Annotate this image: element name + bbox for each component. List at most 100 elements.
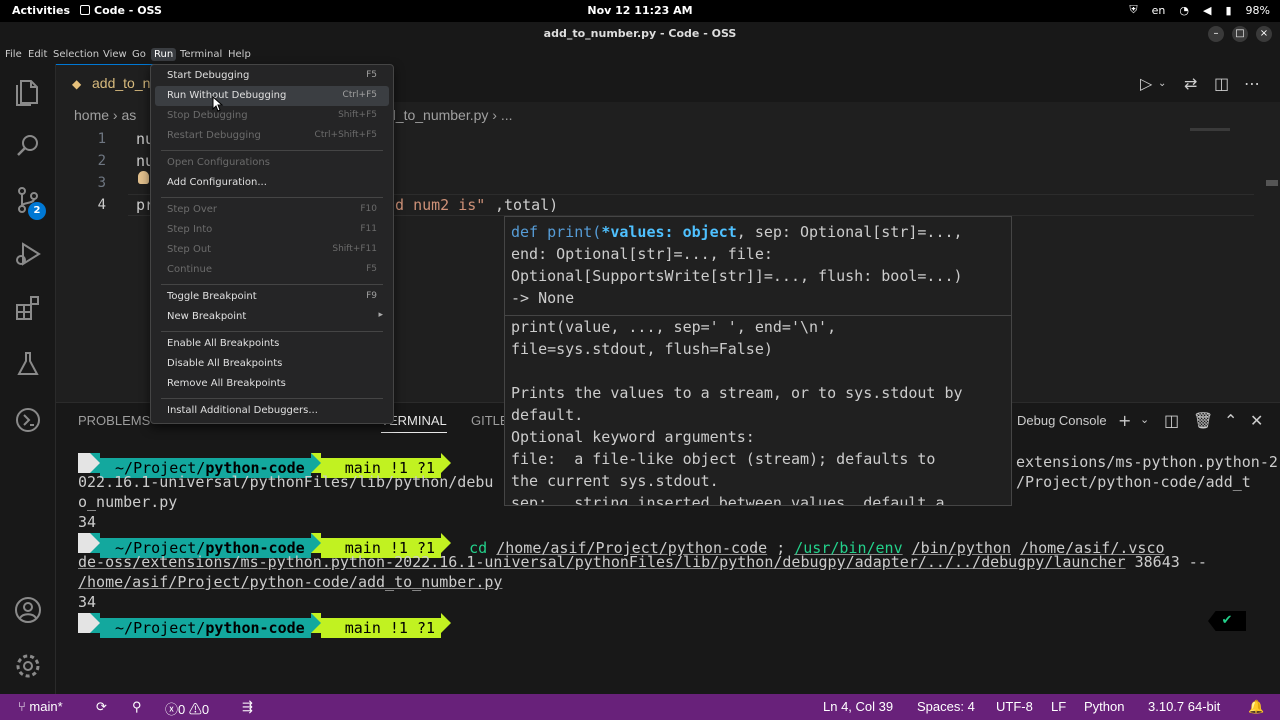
menu-item-shortcut: F5 [366,70,377,80]
menu-bar: File Edit Selection View Go Run Terminal… [0,46,1280,64]
terminal-name-debug-console[interactable]: Debug Console [1017,413,1107,428]
python-interpreter[interactable]: 3.10.7 64-bit [1148,699,1220,714]
tab-gitlens[interactable]: GITLE [471,413,509,428]
system-top-bar: Activities Code - OSS Nov 12 11:23 AM ⛨ … [0,0,1280,22]
app-menu[interactable]: Code - OSS [80,4,162,17]
keyboard-language[interactable]: en [1152,4,1166,17]
menu-item-enable-all-breakpoints[interactable]: Enable All Breakpoints [155,334,389,354]
battery-level: 98% [1245,3,1270,17]
terminal-text: extensions/ms-python.python-2 [1016,453,1278,471]
run-file-icon[interactable]: ▷ [1140,74,1152,93]
menu-selection[interactable]: Selection [50,48,102,61]
split-terminal-icon[interactable]: ◫ [1164,411,1179,430]
settings-gear-icon[interactable] [12,650,44,682]
trash-icon[interactable]: 🗑 [1193,411,1213,430]
activities-button[interactable]: Activities [12,4,70,17]
system-tray[interactable]: ⛨ en ◔ ◀ ▮ 98% [1129,3,1270,17]
doc-line: default. [511,406,584,424]
more-actions-icon[interactable]: ⋯ [1244,74,1260,93]
explorer-icon[interactable] [12,76,44,108]
run-menu-dropdown: Start Debugging F5 Run Without Debugging C… [150,64,394,424]
tab-problems[interactable]: PROBLEMS [78,413,150,428]
encoding[interactable]: UTF-8 [996,699,1033,714]
menu-item-step-into[interactable]: Step Into F11 [155,220,389,240]
gitlens-icon[interactable]: ⚲ [132,699,142,715]
menu-item-new-breakpoint[interactable]: New Breakpoint ▸ [155,307,389,327]
menu-item-open-configurations[interactable]: Open Configurations [155,153,389,173]
maximize-panel-icon[interactable]: ⌃ [1224,411,1237,430]
menu-item-disable-all-breakpoints[interactable]: Disable All Breakpoints [155,354,389,374]
breadcrumb-asif[interactable]: as [121,107,136,123]
menu-item-remove-all-breakpoints[interactable]: Remove All Breakpoints [155,374,389,394]
menu-item-shortcut: Ctrl+Shift+F5 [314,130,377,140]
indentation[interactable]: Spaces: 4 [917,699,975,714]
breadcrumb-file[interactable]: d_to_number.py [388,107,488,123]
editor-scrollbar[interactable] [1266,180,1278,186]
compare-changes-icon[interactable]: ⇄ [1184,74,1197,93]
menu-item-step-out[interactable]: Step Out Shift+F11 [155,240,389,260]
doc-line: Optional keyword arguments: [511,428,755,446]
menu-item-run-without-debugging[interactable]: Run Without Debugging Ctrl+F5 [155,86,389,106]
menu-view[interactable]: View [100,48,130,61]
new-terminal-icon[interactable]: + [1118,411,1131,430]
menu-item-start-debugging[interactable]: Start Debugging F5 [155,66,389,86]
breadcrumb-home[interactable]: home [74,107,109,123]
menu-item-restart-debugging[interactable]: Restart Debugging Ctrl+Shift+F5 [155,126,389,146]
code-line-4-rest[interactable]: ,total) [495,196,558,214]
run-dropdown-icon[interactable]: ⌄ [1158,78,1166,89]
sig-def: def print( [511,223,602,241]
lightbulb-icon[interactable] [138,171,149,184]
doc-line: Prints the values to a stream, or to sys… [511,384,963,402]
menu-edit[interactable]: Edit [25,48,50,61]
account-icon[interactable] [12,594,44,626]
search-icon[interactable] [12,130,44,162]
notifications-bell-icon[interactable]: 🔔 [1248,699,1264,715]
shield-icon: ⛨ [1129,3,1138,16]
code-line-4-string[interactable]: nd num2 is" [386,196,485,214]
clock[interactable]: Nov 12 11:23 AM [0,4,1280,17]
menu-item-continue[interactable]: Continue F5 [155,260,389,280]
testing-flask-icon[interactable] [12,348,44,380]
path-dir: python-code [205,619,305,637]
menu-run[interactable]: Run [151,48,177,61]
breadcrumb: home › as [74,107,136,123]
menu-item-install-additional-debuggers[interactable]: Install Additional Debuggers... [155,401,389,421]
error-count: 0 [178,702,186,717]
menu-terminal[interactable]: Terminal [177,48,225,61]
cursor-position[interactable]: Ln 4, Col 39 [823,699,893,714]
maximize-button[interactable]: □ [1232,26,1248,42]
remote-explorer-icon[interactable] [12,404,44,436]
cmd-script-path[interactable]: /home/asif/Project/python-code/add_to_nu… [78,573,502,591]
menu-item-stop-debugging[interactable]: Stop Debugging Shift+F5 [155,106,389,126]
live-share-icon[interactable]: ⇶ [242,699,253,715]
language-mode[interactable]: Python [1084,699,1124,714]
terminal-prompt[interactable]: ~/Project/python-code main !1 ?1 [78,613,452,638]
os-icon [78,533,90,553]
split-editor-icon[interactable]: ◫ [1214,74,1229,93]
menu-item-add-configuration[interactable]: Add Configuration... [155,173,389,193]
sync-icon[interactable]: ⟳ [96,699,107,715]
terminal-dropdown-icon[interactable]: ⌄ [1140,413,1149,426]
close-window-button[interactable]: × [1256,26,1272,42]
terminal-text: 022.16.1-universal/pythonFiles/lib/pytho… [78,473,494,491]
doc-line: the current sys.stdout. [511,472,719,490]
menu-file[interactable]: File [2,48,25,61]
prompt-separator [310,613,321,633]
menu-go[interactable]: Go [129,48,149,61]
branch-status[interactable]: ⑂ main* [18,699,63,714]
minimize-button[interactable]: – [1208,26,1224,42]
breadcrumb-symbols[interactable]: ... [501,107,513,123]
extensions-icon[interactable] [12,292,44,324]
menu-help[interactable]: Help [225,48,254,61]
end-of-line[interactable]: LF [1051,699,1066,714]
close-panel-icon[interactable]: ✕ [1250,411,1263,430]
cmd-launcher-path[interactable]: de-oss/extensions/ms-python.python-2022.… [78,553,1126,571]
minimap[interactable] [1190,128,1230,131]
run-debug-icon[interactable] [12,238,44,270]
source-control-badge: 2 [28,202,46,220]
problems-status[interactable]: ⓧ0 ⚠0 [165,699,209,718]
menu-item-toggle-breakpoint[interactable]: Toggle Breakpoint F9 [155,287,389,307]
doc-line: sep: string inserted between values, def… [511,494,945,506]
menu-item-label: New Breakpoint [167,311,247,322]
menu-item-step-over[interactable]: Step Over F10 [155,200,389,220]
